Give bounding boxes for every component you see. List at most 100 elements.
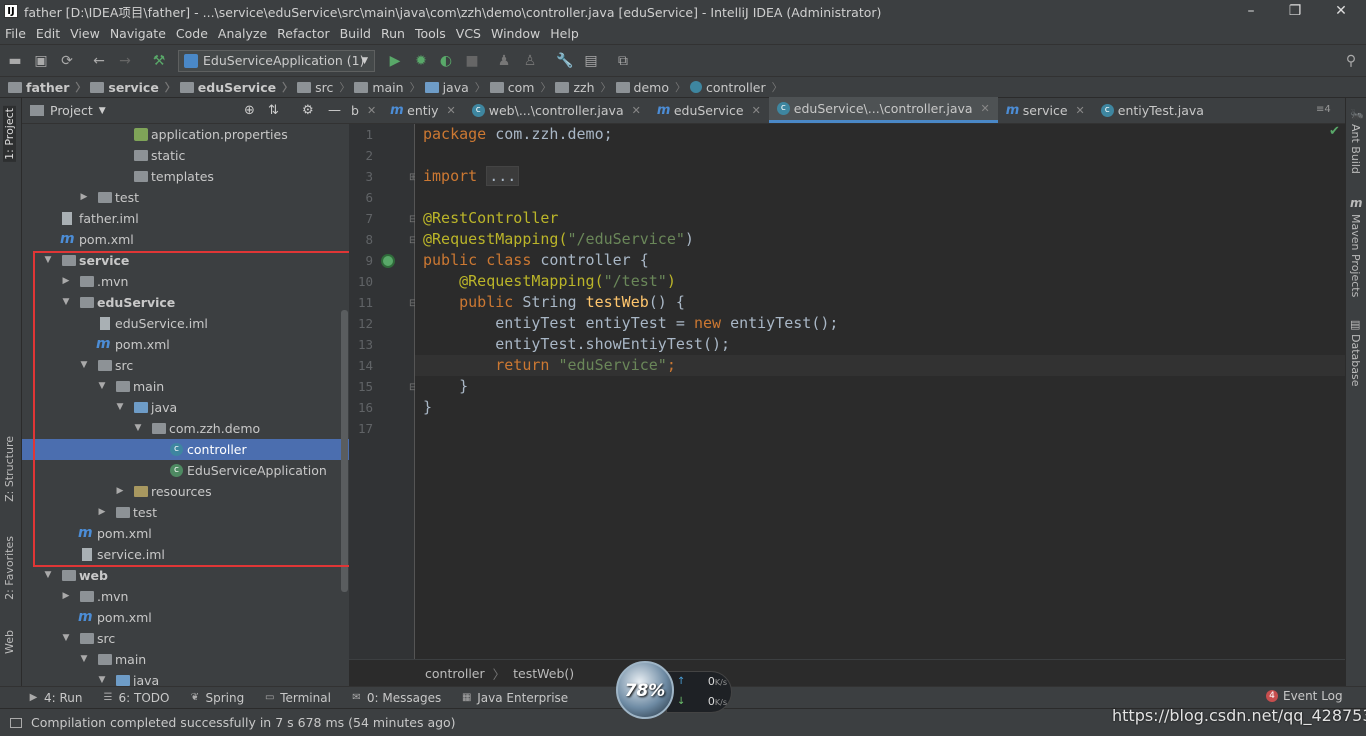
breadcrumb-item[interactable]: com 〉 (489, 79, 551, 95)
collapse-arrow-icon[interactable]: ▼ (42, 565, 54, 586)
tree-item[interactable]: templates (22, 166, 349, 187)
menu-tools[interactable]: Tools (410, 26, 451, 41)
menu-refactor[interactable]: Refactor (272, 26, 334, 41)
settings-wrench-icon[interactable]: 🔧 (556, 52, 574, 70)
todo-tool-button[interactable]: ☰ 6: TODO (103, 691, 170, 705)
project-structure-icon[interactable]: ▤ (582, 52, 600, 70)
sdk-icon[interactable]: ⧉ (614, 52, 632, 70)
breadcrumb-item[interactable]: controller 〉 (689, 79, 783, 95)
search-icon[interactable]: ⚲ (1342, 52, 1360, 70)
spring-bean-gutter-icon[interactable] (381, 254, 395, 268)
restore-button[interactable]: ❐ (1272, 0, 1318, 22)
collapse-arrow-icon[interactable]: ▼ (96, 670, 108, 686)
minimize-button[interactable]: – (1228, 0, 1274, 22)
project-tool-button[interactable]: 1: Project (3, 106, 16, 162)
close-icon[interactable]: ✕ (632, 104, 641, 117)
breadcrumb-item[interactable]: zzh 〉 (555, 79, 612, 95)
collapse-arrow-icon[interactable]: ▼ (78, 649, 90, 670)
menu-edit[interactable]: Edit (31, 26, 65, 41)
close-icon[interactable]: ✕ (1076, 104, 1085, 117)
forward-icon[interactable]: → (116, 52, 134, 70)
web-tool-button[interactable]: Web (3, 630, 16, 654)
tab-overflow-button[interactable]: ≡4 (1316, 104, 1331, 115)
breadcrumb-item[interactable]: service 〉 (90, 79, 176, 95)
breadcrumb-item[interactable]: java 〉 (424, 79, 486, 95)
tab-web-controller[interactable]: c web\...\controller.java ✕ (464, 97, 649, 123)
tool-windows-toggle-icon[interactable] (10, 717, 22, 728)
menu-help[interactable]: Help (545, 26, 584, 41)
tab-entiy[interactable]: m entiy ✕ (382, 97, 464, 123)
coverage-icon[interactable]: ◐ (437, 52, 455, 70)
menu-window[interactable]: Window (486, 26, 545, 41)
tree-item[interactable]: ▼ src (22, 628, 349, 649)
scroll-from-source-icon[interactable]: ⊕ (244, 103, 255, 118)
hide-icon[interactable]: — (328, 103, 341, 118)
breadcrumb-item[interactable]: src 〉 (297, 79, 350, 95)
menu-vcs[interactable]: VCS (451, 26, 486, 41)
run-tool-button[interactable]: ▶ 4: Run (28, 691, 83, 705)
tab-eduservice-controller[interactable]: c eduService\...\controller.java ✕ (768, 97, 998, 123)
folded-imports[interactable]: ... (486, 166, 520, 186)
run-configuration-select[interactable]: EduServiceApplication (1) ▼ (178, 50, 375, 72)
back-icon[interactable]: ← (90, 52, 108, 70)
collapse-icon[interactable]: ⇅ (268, 103, 279, 118)
editor-breadcrumb-item[interactable]: testWeb() (513, 666, 574, 681)
debug-icon[interactable]: ✹ (412, 52, 430, 70)
close-icon[interactable]: ✕ (752, 104, 761, 117)
breadcrumb-item[interactable]: main 〉 (354, 79, 421, 95)
tree-item[interactable]: m pom.xml (22, 607, 349, 628)
tree-item[interactable]: m pom.xml (22, 229, 349, 250)
maven-projects-tool-button[interactable]: Maven Projects (1349, 214, 1362, 297)
menu-analyze[interactable]: Analyze (213, 26, 272, 41)
breadcrumb-item[interactable]: father 〉 (8, 79, 86, 95)
menu-view[interactable]: View (65, 26, 105, 41)
close-icon[interactable]: ✕ (367, 104, 376, 117)
save-all-icon[interactable]: ▣ (32, 52, 50, 70)
menu-run[interactable]: Run (376, 26, 410, 41)
update-icon[interactable]: ♙ (521, 52, 539, 70)
gear-icon[interactable]: ⚙ (302, 103, 314, 118)
tree-item[interactable]: ▶ test (22, 187, 349, 208)
structure-tool-button[interactable]: Z: Structure (3, 436, 16, 502)
messages-tool-button[interactable]: ✉ 0: Messages (351, 691, 441, 705)
java-enterprise-tool-button[interactable]: ▦ Java Enterprise (461, 691, 568, 705)
tab-eduservice[interactable]: m eduService ✕ (649, 97, 769, 123)
breadcrumb-item[interactable]: eduService 〉 (179, 79, 293, 95)
tree-item[interactable]: ▼ main (22, 649, 349, 670)
memory-usage-ball[interactable]: 78% (616, 661, 674, 719)
open-folder-icon[interactable]: ▬ (6, 52, 24, 70)
chevron-down-icon[interactable]: ▼ (99, 106, 106, 116)
tab-entiytest[interactable]: c entiyTest.java (1093, 97, 1212, 123)
menu-code[interactable]: Code (171, 26, 213, 41)
database-tool-button[interactable]: Database (1349, 334, 1362, 387)
sync-icon[interactable]: ⟳ (58, 52, 76, 70)
tree-item[interactable]: static (22, 145, 349, 166)
tree-item[interactable]: ▼ web (22, 565, 349, 586)
close-icon[interactable]: ✕ (447, 104, 456, 117)
collapse-arrow-icon[interactable]: ▼ (60, 628, 72, 649)
editor-breadcrumb-item[interactable]: controller (425, 666, 485, 681)
tab-service[interactable]: m service ✕ (998, 97, 1093, 123)
favorites-tool-button[interactable]: 2: Favorites (3, 536, 16, 600)
tree-item[interactable]: father.iml (22, 208, 349, 229)
tree-item[interactable]: ▶ .mvn (22, 586, 349, 607)
event-log-button[interactable]: 4 Event Log (1266, 689, 1343, 703)
spring-tool-button[interactable]: ❦ Spring (189, 691, 244, 705)
menu-navigate[interactable]: Navigate (105, 26, 171, 41)
close-icon[interactable]: ✕ (981, 102, 990, 115)
expand-arrow-icon[interactable]: ▶ (78, 187, 90, 208)
breadcrumb-item[interactable]: demo 〉 (615, 79, 686, 95)
ant-build-tool-button[interactable]: Ant Build (1349, 124, 1362, 174)
attach-icon[interactable]: ♟ (495, 52, 513, 70)
terminal-tool-button[interactable]: ▭ Terminal (264, 691, 331, 705)
close-window-button[interactable]: ✕ (1318, 0, 1364, 22)
expand-arrow-icon[interactable]: ▶ (60, 586, 72, 607)
menu-build[interactable]: Build (335, 26, 376, 41)
inspection-ok-icon[interactable]: ✔ (1329, 124, 1340, 139)
tree-item[interactable]: ▼ java (22, 670, 349, 686)
tab-truncated[interactable]: b ✕ (349, 97, 382, 123)
project-view-select[interactable]: Project (50, 103, 93, 118)
tree-item[interactable]: application.properties (22, 124, 349, 145)
build-hammer-icon[interactable]: ⚒ (150, 52, 168, 70)
code-editor[interactable]: package com.zzh.demo; import ... @RestCo… (415, 124, 1345, 659)
